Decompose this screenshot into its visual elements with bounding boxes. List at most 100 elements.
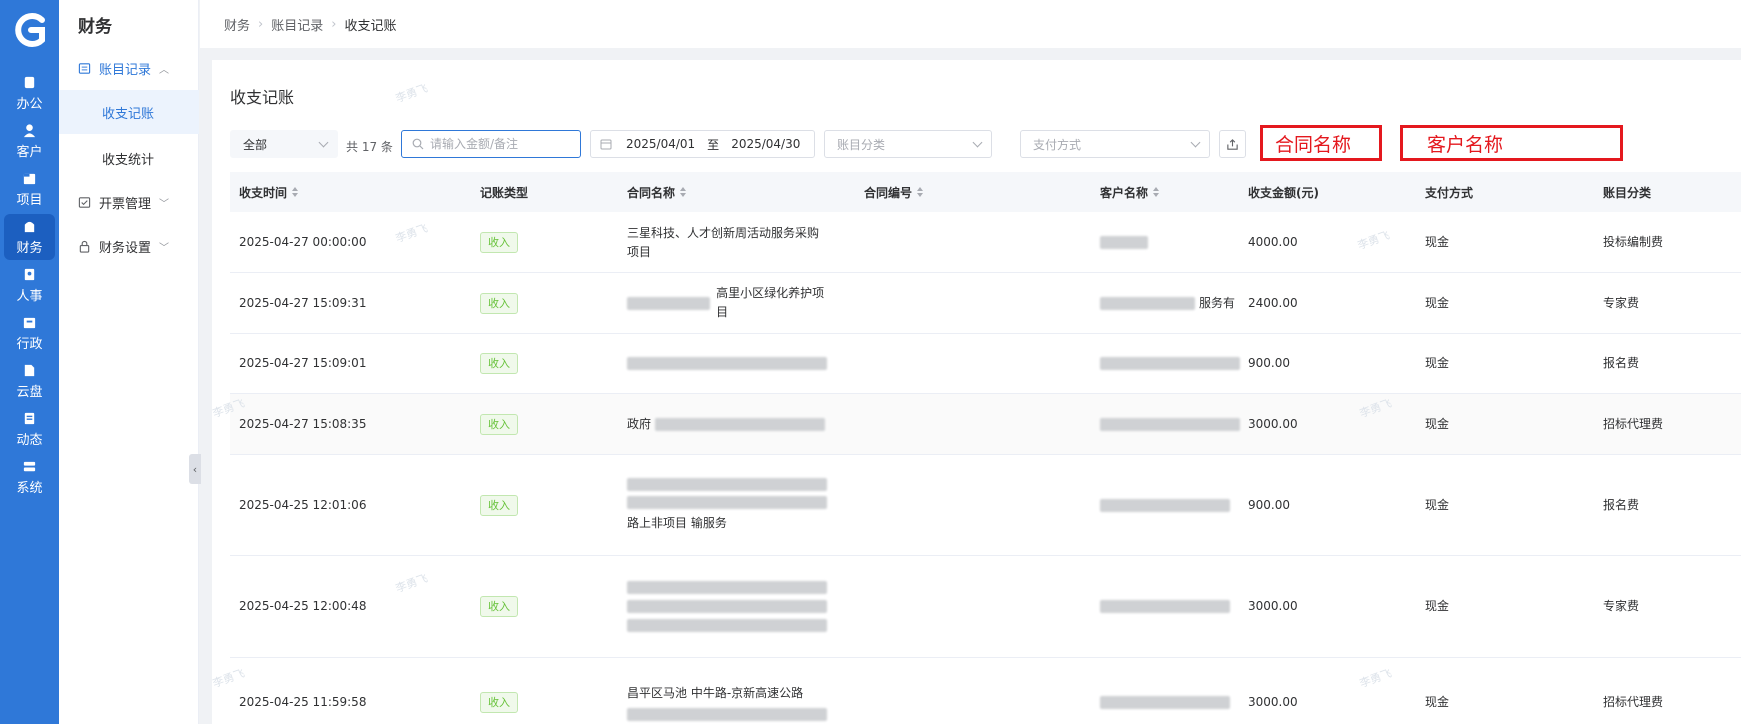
category-select[interactable]: 账目分类 xyxy=(824,130,992,158)
table-row[interactable]: 2025-04-25 12:01:06 收入 路上非项目 输服务 900.00 … xyxy=(230,455,1741,556)
cell-category: 专家费 xyxy=(1603,599,1640,613)
cell-time: 2025-04-27 00:00:00 xyxy=(239,235,367,249)
cell-payment: 现金 xyxy=(1425,599,1450,613)
cell-category: 专家费 xyxy=(1603,295,1640,310)
sidebar-group-invoice[interactable]: 开票管理 ﹀ xyxy=(59,180,199,224)
nav-hr[interactable]: 人事 xyxy=(4,262,55,308)
table-row[interactable]: 2025-04-27 00:00:00 收入 三星科技、人才创新周活动服务采购项… xyxy=(230,213,1741,273)
column-header-contract-name[interactable]: 合同名称 xyxy=(627,172,687,212)
search-input[interactable] xyxy=(430,137,570,151)
nav-project[interactable]: 项目 xyxy=(4,166,55,212)
sidebar-collapse-button[interactable]: ‹ xyxy=(189,454,201,484)
cell-contract: 昌平区马池 中牛路-京新高速公路 xyxy=(627,658,827,724)
export-button[interactable] xyxy=(1219,130,1246,158)
type-select[interactable]: 全部 xyxy=(230,130,338,158)
status-badge: 收入 xyxy=(480,413,518,435)
cell-amount: 4000.00 xyxy=(1248,235,1298,249)
column-label: 客户名称 xyxy=(1100,185,1149,200)
column-label: 记账类型 xyxy=(480,185,529,200)
table-row[interactable]: 2025-04-25 12:00:48 收入 3000.00 现金 专家费 xyxy=(230,556,1741,658)
payment-select[interactable]: 支付方式 xyxy=(1020,130,1210,158)
cell-contract: 高里小区绿化养护项目 xyxy=(627,273,827,333)
page-title: 收支记账 xyxy=(230,88,295,107)
main-nav-rail: 办公 客户 项目 财务 人事 行政 云盘 动态 系统 xyxy=(0,0,59,724)
sidebar-group-label: 账目记录 xyxy=(99,62,152,78)
column-header-amount: 收支金额(元) xyxy=(1248,172,1319,212)
ledger-icon xyxy=(78,62,91,74)
watermark: 李勇飞 xyxy=(393,81,430,106)
cell-time: 2025-04-27 15:09:31 xyxy=(239,295,367,310)
cell-customer xyxy=(1100,394,1240,454)
cell-type: 收入 xyxy=(480,658,518,724)
chevron-down-icon xyxy=(972,137,983,148)
sidebar-group-ledger[interactable]: 账目记录 ︿ xyxy=(59,46,199,90)
redacted-block xyxy=(1100,600,1230,613)
redacted-block xyxy=(627,477,827,491)
sort-icon[interactable] xyxy=(680,187,687,197)
redacted-block xyxy=(1100,696,1230,709)
main-card: 收支记账 全部 共 17 条 2025/04/01 至 2025/04/30 账… xyxy=(211,60,1741,724)
date-start[interactable]: 2025/04/01 xyxy=(626,137,695,151)
cell-amount: 900.00 xyxy=(1248,497,1290,512)
table-row[interactable]: 2025-04-25 11:59:58 收入 昌平区马池 中牛路-京新高速公路 … xyxy=(230,658,1741,724)
column-header-category: 账目分类 xyxy=(1603,172,1651,212)
cell-category: 投标编制费 xyxy=(1603,235,1664,249)
sort-icon[interactable] xyxy=(917,187,924,197)
table-row[interactable]: 2025-04-27 15:09:31 收入 高里小区绿化养护项目 服务有 24… xyxy=(230,273,1741,334)
redacted-block xyxy=(627,357,827,370)
nav-label: 系统 xyxy=(16,480,43,496)
column-header-payment: 支付方式 xyxy=(1425,172,1473,212)
sidebar-item-income-expense[interactable]: 收支记账 xyxy=(59,90,199,134)
nav-office[interactable]: 办公 xyxy=(4,70,55,116)
calendar-icon xyxy=(600,139,612,150)
status-badge: 收入 xyxy=(480,692,518,713)
cell-contract: 路上非项目 输服务 xyxy=(627,455,827,555)
cell-payment: 现金 xyxy=(1425,497,1450,512)
sort-icon[interactable] xyxy=(1153,187,1160,197)
column-header-contract-no[interactable]: 合同编号 xyxy=(864,172,924,212)
column-header-time[interactable]: 收支时间 xyxy=(239,172,299,212)
cell-amount: 2400.00 xyxy=(1248,295,1298,310)
nav-finance[interactable]: 财务 xyxy=(4,214,55,260)
nav-label: 云盘 xyxy=(16,384,43,400)
cell-customer xyxy=(1100,334,1240,393)
cell-contract: 三星科技、人才创新周活动服务采购项目 xyxy=(627,213,827,272)
sort-icon[interactable] xyxy=(292,187,299,197)
chevron-down-icon: ﹀ xyxy=(159,198,170,210)
table-row[interactable]: 2025-04-27 15:08:35 收入 政府 3000.00 现金 招标代… xyxy=(230,394,1741,455)
status-badge: 收入 xyxy=(480,292,518,314)
chevron-down-icon xyxy=(1190,137,1201,148)
sidebar-group-settings[interactable]: 财务设置 ﹀ xyxy=(59,224,199,268)
system-icon xyxy=(23,461,36,471)
date-range-picker[interactable]: 2025/04/01 至 2025/04/30 xyxy=(590,130,815,158)
cell-type: 收入 xyxy=(480,334,518,393)
breadcrumb-current: 收支记账 xyxy=(344,18,397,34)
sidebar-item-label: 收支统计 xyxy=(102,152,155,168)
cell-amount: 3000.00 xyxy=(1248,416,1298,431)
breadcrumb-item[interactable]: 账目记录 xyxy=(271,15,323,34)
sidebar-item-statistics[interactable]: 收支统计 xyxy=(59,136,199,180)
search-input-box[interactable] xyxy=(401,130,581,158)
nav-system[interactable]: 系统 xyxy=(4,454,55,500)
nav-customer[interactable]: 客户 xyxy=(4,118,55,164)
nav-cloud-disk[interactable]: 云盘 xyxy=(4,358,55,404)
cell-amount: 3000.00 xyxy=(1248,599,1298,613)
cell-customer xyxy=(1100,213,1148,272)
column-header-customer[interactable]: 客户名称 xyxy=(1100,172,1160,212)
table-row[interactable]: 2025-04-27 15:09:01 收入 900.00 现金 报名费 xyxy=(230,334,1741,394)
status-badge: 收入 xyxy=(480,494,518,516)
cell-category: 报名费 xyxy=(1603,356,1640,370)
breadcrumb-separator-icon: › xyxy=(331,16,337,32)
redacted-block xyxy=(1100,357,1240,370)
date-end[interactable]: 2025/04/30 xyxy=(731,137,800,151)
breadcrumb-item[interactable]: 财务 xyxy=(224,15,250,34)
cell-contract xyxy=(627,556,827,657)
nav-label: 行政 xyxy=(16,336,43,352)
invoice-icon xyxy=(78,196,91,208)
nav-activity[interactable]: 动态 xyxy=(4,406,55,452)
contract-text: 高里小区绿化养护项目 xyxy=(716,286,825,319)
redacted-block xyxy=(627,495,827,509)
date-separator: 至 xyxy=(707,137,720,152)
redacted-block xyxy=(627,581,827,594)
nav-admin[interactable]: 行政 xyxy=(4,310,55,356)
